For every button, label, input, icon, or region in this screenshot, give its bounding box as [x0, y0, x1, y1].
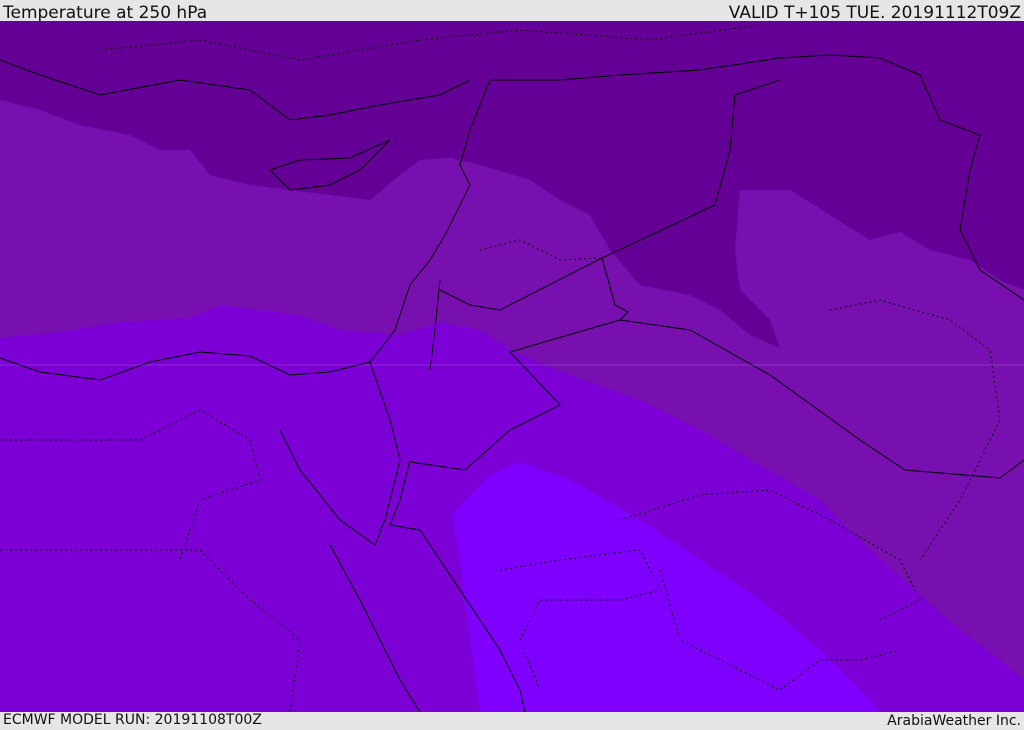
map-title: Temperature at 250 hPa	[3, 3, 208, 23]
header-bar: Temperature at 250 hPa VALID T+105 TUE. …	[0, 0, 1024, 23]
valid-time: VALID T+105 TUE. 20191112T09Z	[728, 3, 1021, 23]
credit: ArabiaWeather Inc.	[887, 713, 1021, 729]
footer-bar: ECMWF MODEL RUN: 20191108T00Z ArabiaWeat…	[0, 712, 1024, 729]
model-run: ECMWF MODEL RUN: 20191108T00Z	[3, 712, 262, 728]
temperature-map	[0, 21, 1024, 712]
